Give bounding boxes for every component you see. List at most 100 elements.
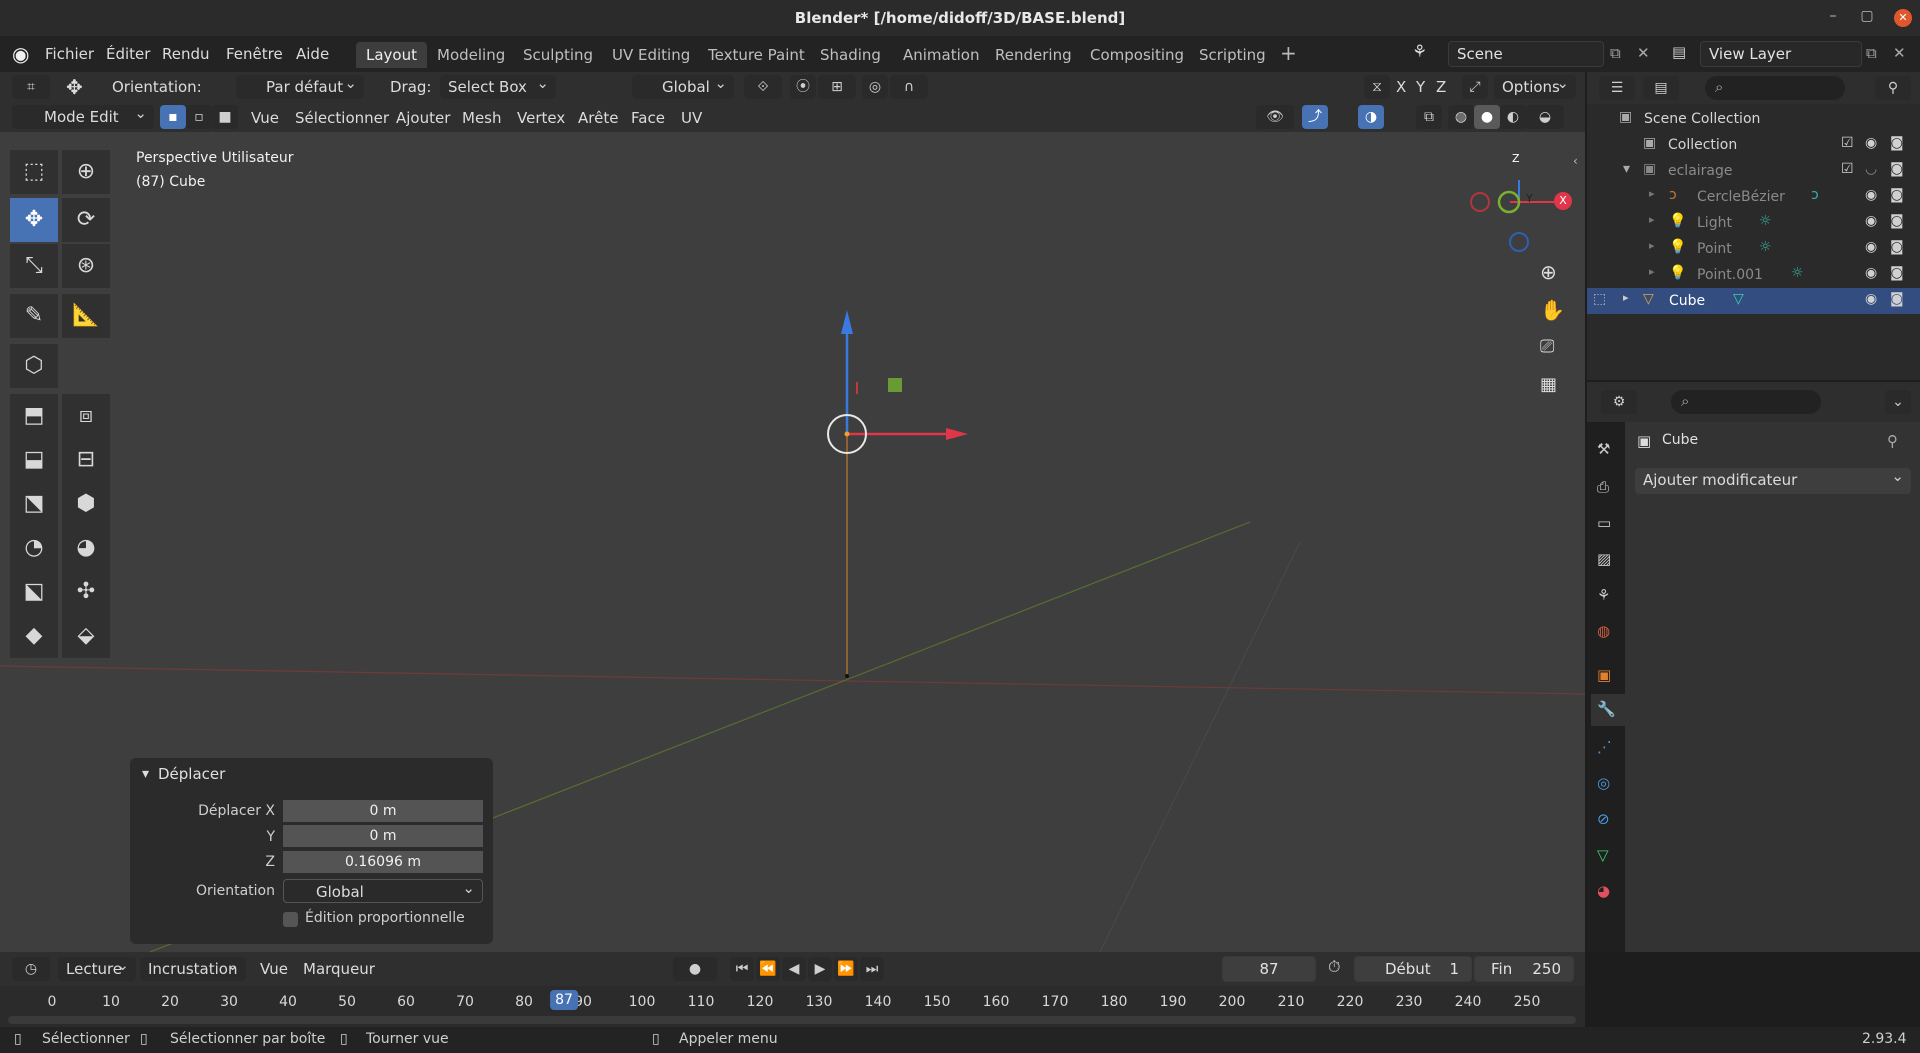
tab-rendering[interactable]: Rendering bbox=[985, 42, 1082, 68]
timeline-editor-icon[interactable]: ◷ bbox=[12, 957, 50, 981]
vertex-select-icon[interactable]: ▪ bbox=[160, 105, 186, 129]
bevel-tool-icon[interactable]: ⬓ bbox=[10, 438, 58, 482]
delete-view-layer-icon[interactable]: ✕ bbox=[1893, 44, 1906, 62]
drag-dropdown[interactable]: Select Box bbox=[440, 74, 556, 99]
perspective-grid-icon[interactable]: ▦ bbox=[1540, 374, 1557, 395]
data-tab-icon[interactable]: ▽ bbox=[1597, 846, 1609, 864]
shrink-tool-icon[interactable]: ✣ bbox=[62, 570, 110, 614]
inset-tool-icon[interactable]: ⧈ bbox=[62, 394, 110, 438]
editor-type-icon[interactable]: ⌗ bbox=[12, 75, 50, 99]
knife-tool-icon[interactable]: ⬔ bbox=[10, 482, 58, 526]
jump-start-icon[interactable]: ⏮ bbox=[730, 957, 754, 981]
menu-arete[interactable]: Arête bbox=[578, 109, 618, 127]
panel-collapse-icon[interactable]: ▾ bbox=[142, 766, 149, 782]
menu-fichier[interactable]: Fichier bbox=[45, 45, 94, 63]
select-box-tool-icon[interactable]: ⬚ bbox=[10, 150, 58, 194]
outliner-row-scene-collection[interactable]: ▣ Scene Collection bbox=[1587, 106, 1920, 132]
expand-arrow-icon[interactable]: ▸ bbox=[1649, 213, 1655, 226]
poly-build-tool-icon[interactable]: ⬢ bbox=[62, 482, 110, 526]
menu-vertex[interactable]: Vertex bbox=[517, 109, 565, 127]
auto-merge-icon[interactable]: ⤢ bbox=[1462, 75, 1488, 99]
scene-field[interactable]: Scene bbox=[1448, 41, 1604, 67]
sidebar-toggle-icon[interactable]: ‹ bbox=[1573, 154, 1578, 168]
render-camera-icon[interactable]: ◙ bbox=[1890, 291, 1904, 307]
keying-dropdown[interactable]: Incrustation bbox=[140, 956, 246, 981]
edge-slide-tool-icon[interactable]: ⬙ bbox=[62, 614, 110, 658]
camera-icon[interactable]: ⎚ bbox=[1540, 336, 1554, 357]
menu-selectionner[interactable]: Sélectionner bbox=[295, 109, 389, 127]
pan-hand-icon[interactable]: ✋ bbox=[1540, 298, 1565, 322]
gizmo-z-label[interactable]: Z bbox=[1512, 152, 1520, 165]
tab-layout[interactable]: Layout bbox=[356, 42, 427, 68]
pivot-point-icon[interactable]: ⟐ bbox=[744, 75, 782, 99]
new-scene-icon[interactable]: ⧉ bbox=[1610, 44, 1621, 62]
gizmo-x-label[interactable]: X bbox=[1554, 192, 1572, 210]
transform-orientation-dropdown[interactable]: Global bbox=[632, 74, 734, 99]
eye-icon[interactable]: ◉ bbox=[1865, 187, 1877, 203]
move-y-field[interactable]: 0 m bbox=[283, 825, 483, 847]
spin-tool-icon[interactable]: ◔ bbox=[10, 526, 58, 570]
jump-key-back-icon[interactable]: ⏪ bbox=[756, 957, 780, 981]
axis-x-toggle[interactable]: X bbox=[1396, 78, 1406, 96]
face-select-icon[interactable]: ■ bbox=[212, 105, 238, 129]
edit-mode-icon[interactable]: ⬚ bbox=[1593, 291, 1606, 307]
overlay-toggle-icon[interactable]: ◑ bbox=[1358, 105, 1384, 129]
properties-options-icon[interactable]: ⌄ bbox=[1885, 390, 1911, 414]
jump-key-forward-icon[interactable]: ⏩ bbox=[834, 957, 858, 981]
edge-select-icon[interactable]: ▫ bbox=[186, 105, 212, 129]
pin-icon[interactable]: ⚲ bbox=[1887, 432, 1898, 450]
annotate-tool-icon[interactable]: ✎ bbox=[10, 294, 58, 338]
expand-arrow-icon[interactable]: ▸ bbox=[1623, 291, 1629, 304]
shear-tool-icon[interactable]: ⬕ bbox=[10, 570, 58, 614]
menu-vue[interactable]: Vue bbox=[251, 109, 279, 127]
view-layer-field[interactable]: View Layer bbox=[1700, 41, 1862, 67]
jump-end-icon[interactable]: ⏭ bbox=[860, 957, 884, 981]
menu-editer[interactable]: Éditer bbox=[106, 45, 150, 63]
render-camera-icon[interactable]: ◙ bbox=[1890, 213, 1904, 229]
view-layer-tab-icon[interactable]: ▨ bbox=[1597, 550, 1611, 568]
shading-material-icon[interactable]: ◐ bbox=[1500, 105, 1526, 129]
move-z-field[interactable]: 0.16096 m bbox=[283, 851, 483, 873]
tab-shading[interactable]: Shading bbox=[810, 42, 891, 68]
outliner-row-point-001[interactable]: ▸ 💡 Point.001 ☼ ◉ ◙ bbox=[1587, 262, 1920, 288]
mirror-icon[interactable]: ⧖ bbox=[1364, 75, 1390, 99]
visibility-icon[interactable]: 👁 bbox=[1256, 105, 1294, 129]
minimize-button[interactable]: – bbox=[1822, 8, 1844, 28]
tab-uv-editing[interactable]: UV Editing bbox=[602, 42, 700, 68]
zoom-icon[interactable]: ⊕ bbox=[1540, 260, 1557, 284]
loop-cut-tool-icon[interactable]: ⊟ bbox=[62, 438, 110, 482]
shading-rendered-icon[interactable]: ◒ bbox=[1526, 105, 1564, 129]
rip-tool-icon[interactable]: ◆ bbox=[10, 614, 58, 658]
timeline-marker-menu[interactable]: Marqueur bbox=[303, 960, 375, 978]
xray-toggle-icon[interactable]: ⧉ bbox=[1416, 105, 1442, 129]
orientation-dropdown[interactable]: Par défaut bbox=[236, 74, 364, 99]
gizmo-y-label[interactable]: Y bbox=[1526, 192, 1533, 205]
menu-fenetre[interactable]: Fenêtre bbox=[226, 45, 283, 63]
proportional-checkbox[interactable] bbox=[283, 912, 298, 927]
maximize-button[interactable]: ▢ bbox=[1856, 8, 1878, 28]
object-tab-icon[interactable]: ▣ bbox=[1597, 666, 1611, 684]
tab-sculpting[interactable]: Sculpting bbox=[513, 42, 603, 68]
render-tab-icon[interactable]: ⎙ bbox=[1597, 478, 1609, 496]
delete-scene-icon[interactable]: ✕ bbox=[1637, 44, 1650, 62]
shading-wireframe-icon[interactable]: ◍ bbox=[1448, 105, 1474, 129]
render-camera-icon[interactable]: ◙ bbox=[1890, 135, 1904, 151]
shading-solid-icon[interactable]: ● bbox=[1474, 105, 1500, 129]
smooth-tool-icon[interactable]: ◕ bbox=[62, 526, 110, 570]
playhead[interactable]: 87 bbox=[550, 990, 578, 1010]
start-frame-field[interactable]: Début 1 bbox=[1354, 956, 1472, 982]
outliner-row-collection[interactable]: ▣ Collection ☑ ◉ ◙ bbox=[1587, 132, 1920, 158]
record-icon[interactable]: ● bbox=[673, 957, 717, 981]
timeline-view-menu[interactable]: Vue bbox=[260, 960, 288, 978]
move-tool-button-icon[interactable]: ✥ bbox=[10, 198, 58, 242]
current-frame-field[interactable]: 87 bbox=[1222, 956, 1316, 982]
expand-arrow-icon[interactable]: ▸ bbox=[1649, 265, 1655, 278]
snap-target-icon[interactable]: ⊞ bbox=[818, 75, 856, 99]
expand-arrow-icon[interactable]: ▾ bbox=[1623, 161, 1630, 177]
render-camera-icon[interactable]: ◙ bbox=[1890, 161, 1904, 177]
properties-editor-icon[interactable]: ⚙ bbox=[1601, 390, 1637, 414]
menu-mesh[interactable]: Mesh bbox=[462, 109, 502, 127]
exclude-checkbox-icon[interactable]: ☑ bbox=[1841, 135, 1854, 151]
eye-icon[interactable]: ◉ bbox=[1865, 239, 1877, 255]
preview-range-icon[interactable]: ⏱ bbox=[1328, 957, 1340, 977]
